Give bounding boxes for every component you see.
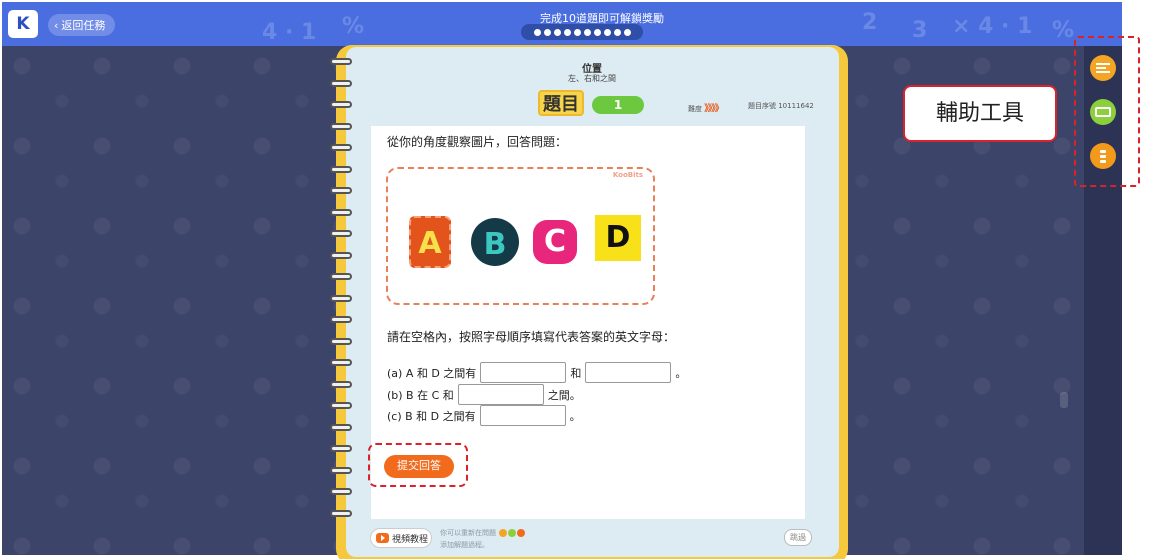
deco-digit: 4 · 1 (262, 20, 317, 45)
progress-dot (583, 28, 591, 36)
part-c-answer[interactable] (479, 405, 566, 426)
deco-digit: 3 (912, 18, 928, 43)
spiral-ring (330, 294, 352, 302)
letter-c-tile: C (533, 220, 577, 264)
top-bar: 4 · 1 % 2 3 × 4 · 1 % K ‹ 返回任務 完成10道題即可解… (2, 2, 1122, 46)
difficulty-label: 難度 (688, 105, 702, 113)
deco-digit: 2 (862, 10, 878, 35)
letter-b-tile: B (473, 220, 517, 264)
tools-highlight (1074, 36, 1140, 187)
deco-symbol: % (342, 14, 365, 39)
spiral-ring (330, 316, 352, 323)
question-prompt: 從你的角度觀察圖片，回答問題： (387, 135, 568, 149)
ruler-mini-icon (499, 529, 508, 537)
spiral-ring (330, 488, 352, 495)
part-c-row: (c) B 和 D 之間有 。 (387, 405, 581, 426)
submit-highlight (368, 443, 468, 487)
part-a-end: 。 (675, 366, 687, 380)
letter-d-tile: D (595, 215, 641, 261)
spiral-ring (330, 337, 352, 345)
question-label: 題目 (538, 90, 584, 116)
progress-dot (603, 28, 611, 36)
progress-dot (543, 28, 551, 36)
question-number: 1 (592, 96, 644, 114)
part-b-label: (b) B 在 C 和 (387, 388, 454, 402)
spiral-ring (330, 144, 352, 151)
spiral-ring (330, 445, 352, 452)
progress-dot (623, 28, 631, 36)
spiral-ring (330, 402, 352, 409)
part-b-row: (b) B 在 C 和 之間。 (387, 384, 581, 405)
spiral-ring (330, 273, 352, 280)
spiral-ring (330, 122, 352, 130)
question-id: 題目序號 10111642 (748, 102, 814, 110)
video-play-icon (376, 533, 389, 543)
footer-note-line1: 你可以重新在問題 (440, 529, 496, 537)
scrollbar[interactable] (1060, 392, 1068, 408)
progress-dot (593, 28, 601, 36)
progress-dot (573, 28, 581, 36)
calculator-mini-icon (508, 529, 517, 537)
spiral-binding (330, 58, 354, 528)
part-a-label: (a) A 和 D 之間有 (387, 366, 477, 380)
spiral-ring (330, 359, 352, 366)
progress-dot (613, 28, 621, 36)
part-b-answer[interactable] (457, 384, 544, 405)
abacus-mini-icon (517, 529, 526, 537)
letter-a-tile: A (409, 216, 451, 268)
spiral-ring (330, 79, 352, 87)
video-tutorial-button[interactable]: 視頻教程 (370, 528, 432, 548)
question-image: KooBits A B C D (386, 167, 655, 305)
answer-instruction: 請在空格內，按照字母順序填寫代表答案的英文字母： (387, 330, 676, 344)
part-a-mid: 和 (570, 366, 582, 380)
part-a-answer-1[interactable] (480, 362, 567, 383)
spiral-ring (330, 380, 352, 388)
back-button-label: 返回任務 (61, 19, 106, 32)
spiral-ring (330, 466, 352, 474)
difficulty-marks: 》》》》 (704, 104, 723, 114)
part-a-answer-2[interactable] (585, 362, 672, 383)
skip-button[interactable]: 跳過 (784, 529, 812, 546)
chevron-left-icon: ‹ (54, 18, 59, 32)
image-brand: KooBits (612, 171, 643, 179)
spiral-ring (330, 423, 352, 431)
progress-dot (553, 28, 561, 36)
part-c-label: (c) B 和 D 之間有 (387, 409, 476, 423)
spiral-ring (330, 58, 352, 65)
footer-note-line2: 添加解題過程。 (440, 541, 489, 549)
spiral-ring (330, 187, 352, 194)
spiral-ring (330, 101, 352, 108)
part-a-row: (a) A 和 D 之間有 和 。 (387, 362, 686, 383)
deco-symbol: × 4 · 1 (952, 14, 1033, 39)
back-to-tasks-button[interactable]: ‹ 返回任務 (48, 14, 116, 36)
topic-subtitle: 左、右和之間 (568, 74, 616, 83)
spiral-ring (330, 208, 352, 216)
spiral-ring (330, 251, 352, 259)
part-c-end: 。 (569, 409, 581, 423)
progress-indicator (521, 24, 643, 40)
spiral-ring (330, 509, 352, 517)
spiral-ring (330, 230, 352, 237)
footer-note: 你可以重新在問題 添加解題過程。 (440, 527, 526, 551)
part-b-end: 之間。 (547, 388, 581, 402)
difficulty-indicator: 難度 》》》》 (688, 101, 724, 114)
video-tutorial-label: 視頻教程 (392, 534, 429, 545)
progress-dot (533, 28, 541, 36)
deco-symbol: % (1052, 18, 1075, 43)
koobits-logo[interactable]: K (8, 10, 38, 38)
progress-dot (563, 28, 571, 36)
spiral-ring (330, 165, 352, 173)
tools-callout: 輔助工具 (903, 85, 1057, 142)
